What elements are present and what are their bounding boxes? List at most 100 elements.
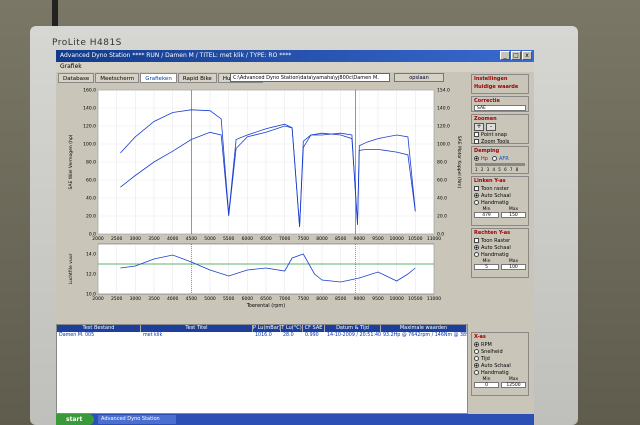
tab-meetscherm[interactable]: Meetscherm [95,73,140,83]
damping-hp-radio[interactable] [474,156,479,161]
tab-rapid-bike[interactable]: Rapid Bike [177,73,217,83]
damping-scale: 1 2 3 4 5 6 7 8 [475,167,520,172]
x-max-field[interactable]: 12500 [501,382,526,388]
column-header[interactable]: Datum & Tijd [325,325,381,332]
left-y-axis-group: Linken Y-as Toon raster Auto Schaal Hand… [471,176,529,226]
x-tick-label: 4000 [167,296,179,302]
x-rpm-option[interactable]: RPM [472,341,528,348]
left-min-field[interactable]: 479 [474,212,499,218]
damping-hp-option[interactable]: Hp [474,155,488,162]
column-header[interactable]: P Lu(mBar) [253,325,281,332]
left-auto-scale-option[interactable]: Auto Schaal [472,192,528,199]
x-tick-label: 5500 [223,296,235,302]
x-speed-label: Snelheid [481,348,503,355]
x-min-field[interactable]: 0 [474,382,499,388]
left-manual-radio[interactable] [474,200,479,205]
y-left-tick-label: 160.0 [83,88,96,94]
left-auto-scale-radio[interactable] [474,193,479,198]
y-right-tick-label: 0.0 [437,232,444,238]
column-header[interactable]: Test Bestand [57,325,141,332]
damping-slider[interactable] [475,163,525,166]
tab-grafieken[interactable]: Grafieken [140,73,177,83]
right-manual-option[interactable]: Handmatig [472,251,528,258]
x-speed-option[interactable]: Snelheid [472,348,528,355]
save-button[interactable]: opslaan [394,73,444,82]
zoom-heading: Zoomen [474,116,497,122]
y-right-tick-label: 40.0 [437,196,447,202]
x-manual-label: Handmatig [481,369,509,376]
zoom-tools-option[interactable]: Zoom Tools [472,138,528,145]
column-header[interactable]: Test Titel [141,325,253,332]
left-max-field[interactable]: 150 [501,212,526,218]
maximize-button[interactable]: □ [511,51,521,60]
right-y-axis-heading: Rechten Y-as [474,230,511,236]
menu-grafiek[interactable]: Grafiek [60,63,82,70]
x-manual-option[interactable]: Handmatig [472,369,528,376]
table-cell: Damen M. 005 [59,333,95,338]
x-tick-label: 6500 [260,296,272,302]
correction-select[interactable]: SAE [474,105,526,111]
x-auto-scale-option[interactable]: Auto Schaal [472,362,528,369]
close-button[interactable]: x [522,51,532,60]
right-manual-radio[interactable] [474,252,479,257]
right-show-grid-checkbox[interactable] [474,238,479,243]
zoom-group: Zoomen + - Point snap Zoom Tools [471,114,529,145]
x-tick-label: 3500 [148,296,160,302]
bottom-y-tick-label: 12.0 [86,272,96,278]
x-tick-label: 6000 [242,236,254,242]
zoom-tools-checkbox[interactable] [474,139,479,144]
point-snap-checkbox[interactable] [474,132,479,137]
table-header: Test Bestand Test Titel P Lu(mBar) T Lu(… [57,325,467,332]
x-speed-radio[interactable] [474,349,479,354]
right-auto-scale-option[interactable]: Auto Schaal [472,244,528,251]
zoom-out-button[interactable]: - [486,123,496,131]
start-button[interactable]: start [56,414,94,425]
right-auto-scale-radio[interactable] [474,245,479,250]
left-manual-label: Handmatig [481,199,509,206]
y-right-tick-label: 20.0 [437,214,447,220]
dyno-graph[interactable]: 2000200025002500300030003500350040004000… [58,84,468,324]
x-tick-label: 10500 [408,236,422,242]
left-show-grid-checkbox[interactable] [474,186,479,191]
left-show-grid-option[interactable]: Toon raster [472,185,528,192]
column-header[interactable]: T Lu(°C) [281,325,303,332]
bottom-y-tick-label: 10.0 [86,292,96,298]
y-left-tick-label: 40.0 [86,196,96,202]
y-right-tick-label: 154.0 [437,88,450,94]
x-time-option[interactable]: Tijd [472,355,528,362]
tab-database[interactable]: Database [58,73,95,83]
results-table: Test Bestand Test Titel P Lu(mBar) T Lu(… [56,324,468,414]
damping-afr-radio[interactable] [491,156,497,161]
y-right-tick-label: 80.0 [437,160,447,166]
x-rpm-radio[interactable] [474,342,479,347]
y-left-tick-label: 100.0 [83,142,96,148]
x-tick-label: 8000 [316,236,328,242]
x-auto-scale-radio[interactable] [474,363,479,368]
left-auto-scale-label: Auto Schaal [481,192,511,199]
window-buttons: _ □ x [500,51,532,60]
table-row[interactable]: Damen M. 005 met klik 1016.0 28.0 0.990 … [57,332,467,339]
right-min-field[interactable]: 5 [474,264,499,270]
x-tick-label: 4500 [186,296,198,302]
x-manual-radio[interactable] [474,370,479,375]
taskbar: start Advanced Dyno Station [56,414,534,425]
point-snap-option[interactable]: Point snap [472,131,528,138]
column-header[interactable]: Maximale waarden [381,325,467,332]
right-max-field[interactable]: 100 [501,264,526,270]
file-path-field[interactable]: C:\Advanced Dyno Station\data\yamaha\yj8… [230,73,390,82]
zoom-in-button[interactable]: + [474,123,484,131]
x-tick-label: 8500 [335,296,347,302]
x-tick-label: 9000 [354,236,366,242]
column-header[interactable]: CF SAE [303,325,325,332]
minimize-button[interactable]: _ [500,51,510,60]
taskbar-item[interactable]: Advanced Dyno Station [98,415,176,424]
damping-group: Demping Hp AFR 1 2 3 4 5 6 7 8 [471,146,529,174]
damping-afr-option[interactable]: AFR [491,155,509,162]
x-tick-label: 7000 [279,296,291,302]
x-time-radio[interactable] [474,356,479,361]
left-manual-option[interactable]: Handmatig [472,199,528,206]
y-right-axis-title: SAE Motor Koppel (Nm) [456,136,462,189]
right-show-grid-option[interactable]: Toon Raster [472,237,528,244]
plot-area: 2000 2000 2500 2500 3000 3000 3500 3500 4000 4000… [58,84,468,314]
x-tick-label: 7500 [298,296,310,302]
